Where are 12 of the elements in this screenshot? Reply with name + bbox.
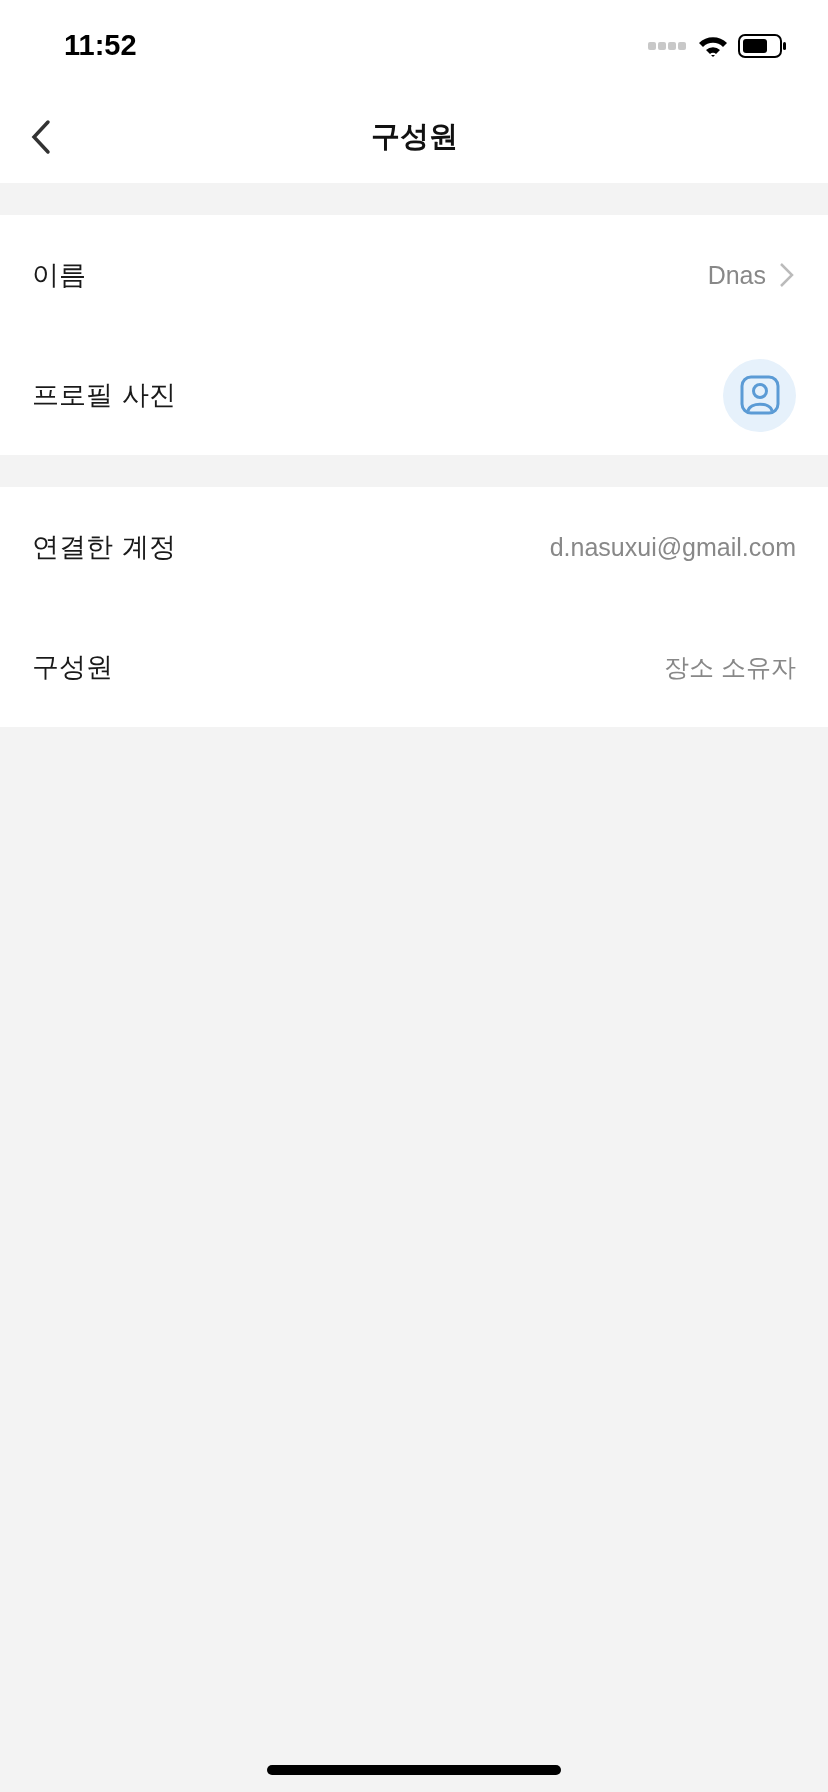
row-label: 연결한 계정 [32,530,176,564]
row-label: 구성원 [32,650,113,684]
row-value: 장소 소유자 [664,651,796,683]
wifi-icon [698,34,728,57]
signal-icon [648,41,688,50]
battery-icon [738,33,788,58]
row-value: Dnas [707,260,766,290]
page-title: 구성원 [370,118,458,155]
status-time: 11:52 [64,29,137,62]
row-value: d.nasuxui@gmail.com [549,532,796,562]
row-label: 이름 [32,258,86,292]
row-label: 프로필 사진 [32,378,176,412]
